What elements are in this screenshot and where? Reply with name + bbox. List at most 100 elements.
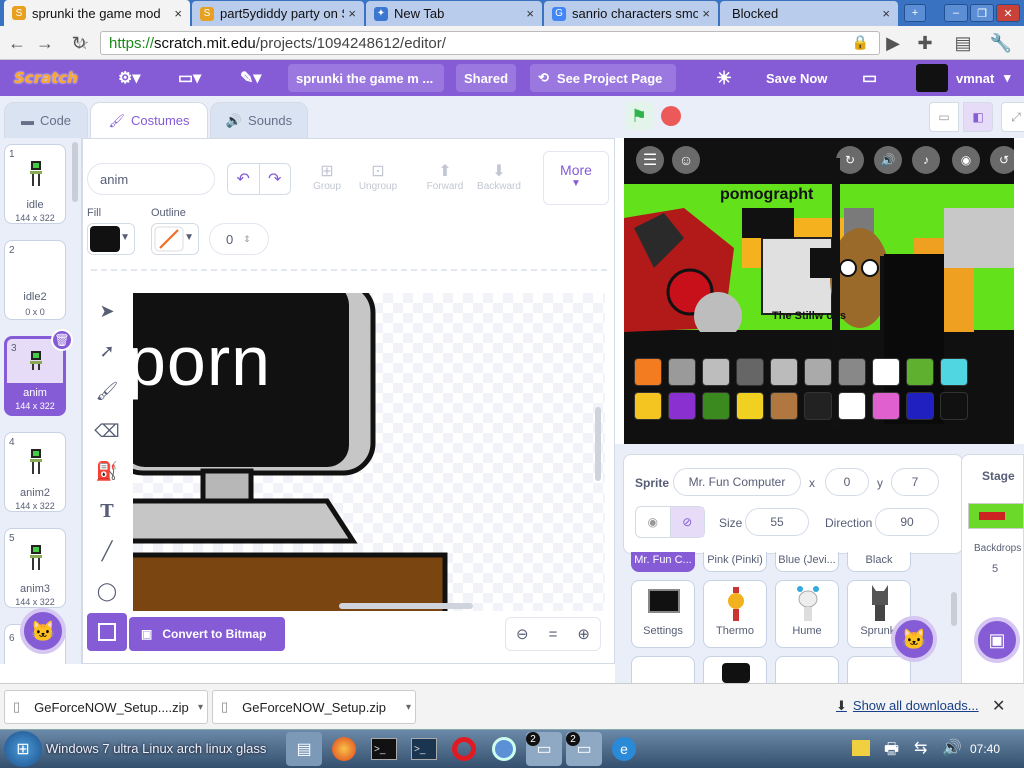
tab-code[interactable]: ▬ Code: [4, 102, 88, 138]
more-button[interactable]: More ▼: [543, 151, 609, 205]
character-select-icon[interactable]: [838, 392, 866, 420]
tab-close-icon[interactable]: ×: [174, 6, 182, 21]
chromium-icon[interactable]: [486, 732, 522, 766]
character-select-icon[interactable]: [838, 358, 866, 386]
sprite-item[interactable]: [703, 656, 767, 684]
tab-close-icon[interactable]: ×: [882, 6, 890, 21]
project-title-input[interactable]: sprunki the game m ...: [288, 64, 444, 92]
text-tool-icon[interactable]: T: [95, 499, 119, 523]
rectangle-tool-icon[interactable]: [87, 613, 127, 651]
redo-icon[interactable]: ↷: [260, 164, 291, 194]
tab-close-icon[interactable]: ×: [526, 6, 534, 21]
username-label[interactable]: vmnat: [956, 60, 994, 96]
tab-sprunki[interactable]: S sprunki the game mod ×: [4, 0, 190, 26]
zoom-out-icon[interactable]: ⊖: [516, 625, 529, 643]
file-manager-icon[interactable]: ▤: [286, 732, 322, 766]
fill-color-picker[interactable]: ▼: [87, 223, 135, 255]
tray-network-icon[interactable]: ⇆: [914, 738, 927, 758]
sprite-item[interactable]: [847, 656, 911, 684]
forward-arrow-icon[interactable]: →: [34, 32, 56, 54]
terminal-alt-icon[interactable]: >_: [406, 732, 442, 766]
character-select-icon[interactable]: [906, 358, 934, 386]
tab-costumes[interactable]: 🖌 Costumes: [90, 102, 208, 138]
large-stage-icon[interactable]: ◧: [963, 102, 993, 132]
choose-sprite-cat-icon[interactable]: 🐱: [891, 616, 937, 662]
volume-icon[interactable]: 🔊: [874, 146, 902, 174]
zoom-in-icon[interactable]: ⊕: [577, 625, 590, 643]
character-select-icon[interactable]: [872, 358, 900, 386]
tutorials-bulb-icon[interactable]: ☀: [716, 60, 732, 96]
costume-name-input[interactable]: anim: [87, 163, 215, 195]
costume-item[interactable]: 5 anim3 144 x 322: [4, 528, 66, 608]
sprite-list-scrollbar[interactable]: [951, 592, 957, 626]
size-input[interactable]: 55: [745, 508, 809, 536]
undo-icon[interactable]: ↶: [228, 164, 260, 194]
opera-icon[interactable]: [446, 732, 482, 766]
sprite-name-input[interactable]: Mr. Fun Computer: [673, 468, 801, 496]
character-select-icon[interactable]: [736, 392, 764, 420]
settings-gear-icon[interactable]: ⚙▾: [118, 60, 140, 96]
see-project-page-button[interactable]: ⟲ See Project Page: [530, 64, 676, 92]
character-select-icon[interactable]: [872, 392, 900, 420]
character-select-icon[interactable]: [634, 392, 662, 420]
delete-trash-icon[interactable]: 🗑: [51, 329, 73, 351]
sprite-item[interactable]: Hume: [775, 580, 839, 648]
small-stage-icon[interactable]: ▭: [929, 102, 959, 132]
sprite-item[interactable]: Black: [847, 552, 911, 572]
save-now-button[interactable]: Save Now: [766, 60, 827, 96]
firefox-icon[interactable]: [326, 732, 362, 766]
select-arrow-icon[interactable]: ➤: [95, 299, 119, 323]
tab-party[interactable]: S part5ydiddy party on Sc ×: [192, 1, 364, 26]
character-portrait-icon[interactable]: ☺: [672, 146, 700, 174]
window-group-icon[interactable]: ▭ 2: [526, 732, 562, 766]
character-select-icon[interactable]: [940, 358, 968, 386]
window-close-icon[interactable]: ✕: [996, 4, 1020, 22]
hide-eye-icon[interactable]: ⊘: [670, 507, 704, 537]
refresh-icon[interactable]: ↺: [990, 146, 1014, 174]
character-select-icon[interactable]: [736, 358, 764, 386]
sprite-item[interactable]: [775, 656, 839, 684]
tray-notes-icon[interactable]: [852, 740, 870, 756]
character-select-icon[interactable]: [702, 358, 730, 386]
character-select-icon[interactable]: [940, 392, 968, 420]
reshape-icon[interactable]: ➚: [95, 339, 119, 363]
backward-button[interactable]: ⬇ Backward: [475, 161, 523, 192]
character-select-icon[interactable]: [668, 392, 696, 420]
account-chevron-down-icon[interactable]: ▾: [1004, 60, 1011, 96]
tab-sounds[interactable]: 🔊 Sounds: [210, 102, 308, 138]
fill-bucket-icon[interactable]: ⛽: [95, 459, 119, 483]
tab-close-icon[interactable]: ×: [702, 6, 710, 21]
character-select-icon[interactable]: [770, 358, 798, 386]
tray-volume-icon[interactable]: 🔊: [942, 738, 962, 758]
sprite-item[interactable]: Blue (Jevi...: [775, 552, 839, 572]
sprite-item[interactable]: Thermo: [703, 580, 767, 648]
character-select-icon[interactable]: [634, 358, 662, 386]
brush-tool-icon[interactable]: 🖌: [95, 379, 119, 403]
sprite-item[interactable]: Settings: [631, 580, 695, 648]
green-flag-icon[interactable]: ⚑: [625, 102, 653, 130]
ie-icon[interactable]: e: [606, 732, 642, 766]
scratch-logo[interactable]: Scratch: [14, 60, 78, 96]
stepper-icon[interactable]: ⇕: [243, 234, 251, 245]
character-select-icon[interactable]: [770, 392, 798, 420]
restore-icon[interactable]: ❐: [970, 4, 994, 22]
bookmark-star-icon[interactable]: ☆: [75, 34, 89, 54]
costume-item[interactable]: 2 idle2 0 x 0: [4, 240, 66, 320]
costume-item-selected[interactable]: 3 anim 144 x 322 🗑: [4, 329, 73, 416]
sprite-item[interactable]: Pink (Pinki): [703, 552, 767, 572]
line-tool-icon[interactable]: ╱: [95, 539, 119, 563]
outline-color-picker[interactable]: ▼: [151, 223, 199, 255]
new-tab-button[interactable]: +: [904, 4, 926, 22]
clock[interactable]: 07:40: [970, 742, 1000, 756]
costume-item[interactable]: 4 anim2 144 x 322: [4, 432, 66, 512]
show-all-downloads-link[interactable]: ⬇ Show all downloads...: [836, 698, 979, 714]
my-stuff-folder-icon[interactable]: ▭: [862, 60, 877, 96]
canvas-horizontal-scrollbar[interactable]: [339, 603, 473, 609]
character-select-icon[interactable]: [668, 358, 696, 386]
minimize-icon[interactable]: –: [944, 4, 968, 22]
reset-icon[interactable]: ↻: [836, 146, 864, 174]
back-arrow-icon[interactable]: ←: [6, 32, 28, 54]
costume-list-scrollbar[interactable]: [72, 142, 78, 202]
avatar[interactable]: [916, 64, 948, 92]
character-select-icon[interactable]: [804, 358, 832, 386]
